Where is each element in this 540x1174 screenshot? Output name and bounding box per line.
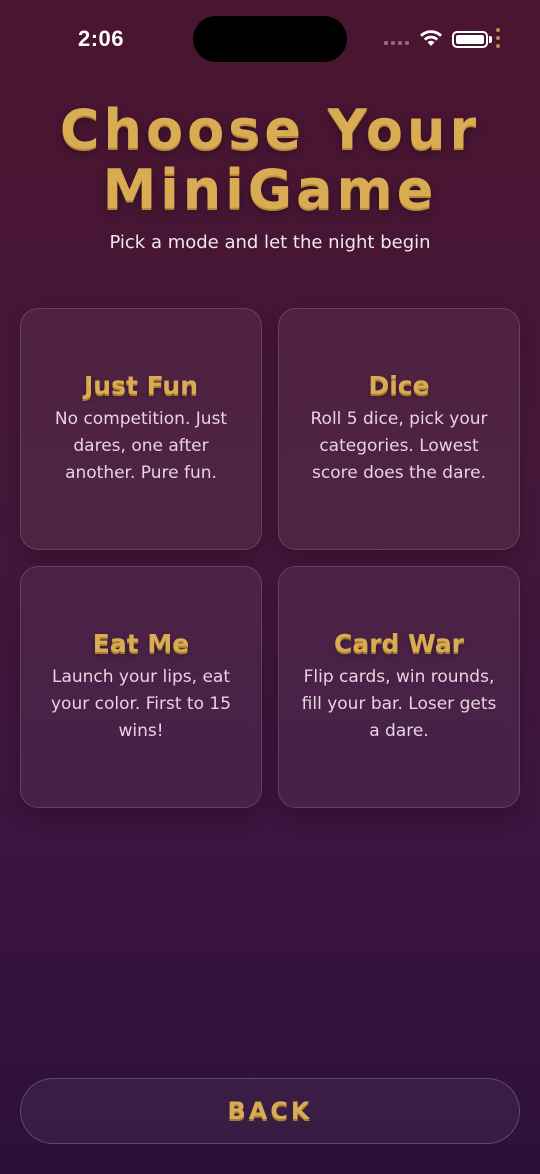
page-subtitle: Pick a mode and let the night begin xyxy=(109,232,431,253)
battery-tip xyxy=(489,36,492,43)
game-mode-grid: Just Fun No competition. Just dares, one… xyxy=(20,308,520,808)
page-title: Choose Your MiniGame xyxy=(59,98,481,221)
mode-card-card-war[interactable]: Card War Flip cards, win rounds, fill yo… xyxy=(278,566,520,808)
back-button-label: BACK xyxy=(227,1097,313,1125)
mode-card-just-fun[interactable]: Just Fun No competition. Just dares, one… xyxy=(20,308,262,550)
battery-icon xyxy=(452,31,488,48)
mode-card-title: Eat Me xyxy=(92,629,190,658)
mode-card-eat-me[interactable]: Eat Me Launch your lips, eat your color.… xyxy=(20,566,262,808)
mode-card-title: Card War xyxy=(333,629,465,658)
mode-card-description: Flip cards, win rounds, fill your bar. L… xyxy=(301,667,497,741)
mode-card-title: Dice xyxy=(368,371,430,400)
more-options-icon xyxy=(496,28,500,48)
mode-card-title: Just Fun xyxy=(83,371,199,400)
mode-card-dice[interactable]: Dice Roll 5 dice, pick your categories. … xyxy=(278,308,520,550)
back-button[interactable]: BACK xyxy=(20,1078,520,1144)
cellular-signal-icon xyxy=(384,41,409,45)
status-time: 2:06 xyxy=(78,26,125,51)
mode-card-description: No competition. Just dares, one after an… xyxy=(54,409,228,483)
status-bar: 2:06 xyxy=(0,0,540,80)
mode-card-description: Roll 5 dice, pick your categories. Lowes… xyxy=(310,409,488,483)
wifi-icon xyxy=(420,30,442,46)
mode-card-description: Launch your lips, eat your color. First … xyxy=(50,667,232,741)
dynamic-island xyxy=(193,16,347,62)
